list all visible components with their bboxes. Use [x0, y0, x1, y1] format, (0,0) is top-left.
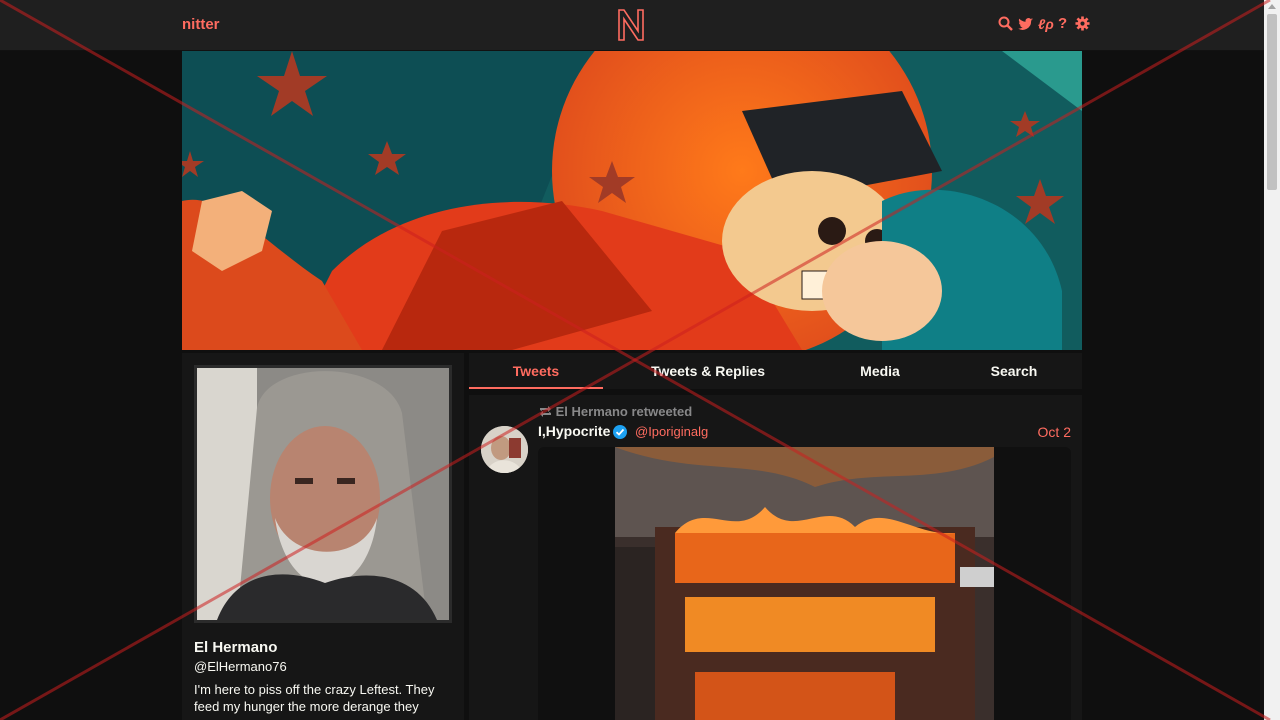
tab-media[interactable]: Media [824, 353, 936, 389]
retweet-icon [540, 406, 551, 417]
profile-fullname[interactable]: El Hermano [194, 639, 277, 656]
tweet-username[interactable]: @Iporiginalg [635, 424, 708, 439]
nitter-logo-icon [618, 9, 644, 41]
page-scrollbar[interactable] [1264, 0, 1280, 720]
tweet-media [538, 447, 1071, 720]
tweet-fullname[interactable]: I,Hypocrite [538, 423, 610, 439]
rss-icon[interactable]: ℓρ [1038, 16, 1054, 32]
profile-avatar[interactable] [194, 365, 452, 623]
banner-illustration [182, 51, 1082, 350]
scroll-thumb[interactable] [1267, 14, 1277, 190]
search-icon[interactable] [998, 16, 1013, 32]
profile-username[interactable]: @ElHermano76 [194, 659, 287, 674]
tweet-image[interactable] [615, 447, 994, 720]
profile-bio: I'm here to piss off the crazy Leftest. … [194, 682, 435, 714]
profile-card: El Hermano @ElHermano76 I'm here to piss… [182, 353, 464, 720]
verified-icon [613, 425, 627, 439]
brand-link[interactable]: nitter [182, 16, 220, 33]
tab-tweets-replies[interactable]: Tweets & Replies [623, 353, 793, 389]
profile-banner[interactable] [182, 51, 1082, 350]
nitter-logo[interactable] [617, 9, 645, 46]
nav-icons: ℓρ ? [998, 16, 1090, 32]
tweet-avatar[interactable] [481, 426, 528, 473]
tab-tweets[interactable]: Tweets [469, 353, 603, 389]
settings-icon[interactable] [1075, 16, 1090, 32]
tab-search[interactable]: Search [959, 353, 1069, 389]
timeline: El Hermano retweeted I,Hypocrite @Iporig… [469, 395, 1082, 720]
tweet-date[interactable]: Oct 2 [1038, 424, 1071, 440]
about-icon[interactable]: ? [1058, 16, 1070, 32]
profile-photo [197, 368, 449, 620]
retweet-header: El Hermano retweeted [539, 404, 692, 419]
twitter-icon[interactable] [1018, 16, 1033, 32]
scroll-up-arrow[interactable] [1268, 4, 1276, 9]
timeline-tabs: Tweets Tweets & Replies Media Search [469, 353, 1082, 389]
navbar: nitter ℓρ ? [0, 0, 1264, 51]
retweet-label: El Hermano retweeted [555, 404, 693, 419]
